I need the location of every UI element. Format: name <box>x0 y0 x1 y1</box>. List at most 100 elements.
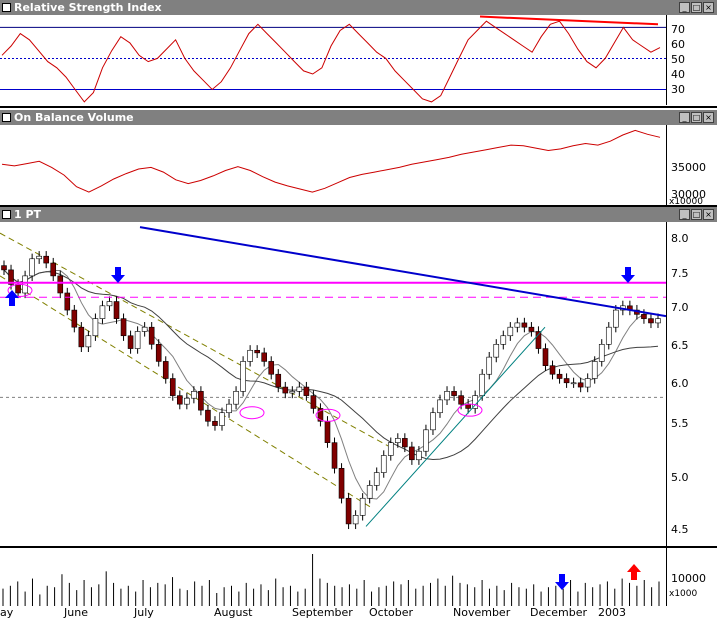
candle <box>92 318 99 337</box>
candle <box>127 335 134 349</box>
candle <box>373 472 380 486</box>
candle <box>226 403 232 414</box>
candle <box>106 301 113 307</box>
month-label: 2003 <box>598 606 626 619</box>
rsi-tick: 50 <box>671 53 685 66</box>
candle <box>331 442 338 469</box>
rsi-tick: 30 <box>671 83 685 96</box>
pane-menu-icon[interactable] <box>2 113 11 122</box>
candle <box>458 395 464 405</box>
candle <box>451 391 457 396</box>
candle <box>641 314 647 319</box>
obv-plot[interactable] <box>0 125 666 206</box>
candle <box>598 344 605 362</box>
candle <box>310 395 317 409</box>
candle <box>416 450 422 461</box>
minimize-icon[interactable]: _ <box>679 112 690 123</box>
candle <box>359 497 366 516</box>
obv-tick: 35000 <box>671 161 706 174</box>
rsi-plot[interactable] <box>0 15 666 105</box>
minimize-icon[interactable]: _ <box>679 2 690 13</box>
rsi-tick: 40 <box>671 68 685 81</box>
close-icon[interactable]: × <box>703 112 714 123</box>
maximize-icon[interactable]: □ <box>691 2 702 13</box>
price-plot[interactable] <box>0 222 666 547</box>
candle <box>444 391 450 401</box>
volume-pane[interactable]: 10000 x1000 <box>0 548 717 606</box>
obv-titlebar[interactable]: On Balance Volume _ □ × <box>0 110 717 125</box>
maximize-icon[interactable]: □ <box>691 209 702 220</box>
pane-menu-icon[interactable] <box>2 210 11 219</box>
candle <box>240 361 246 392</box>
candle <box>78 326 85 348</box>
candle <box>191 391 197 399</box>
uptrend-line <box>365 326 546 527</box>
candle <box>282 386 289 394</box>
minimize-icon[interactable]: _ <box>679 209 690 220</box>
candle <box>64 292 71 311</box>
candle <box>15 284 21 294</box>
candle <box>212 420 218 426</box>
rsi-titlebar[interactable]: Relative Strength Index _ □ × <box>0 0 717 15</box>
candle <box>556 373 563 379</box>
close-icon[interactable]: × <box>703 209 714 220</box>
candle <box>177 395 183 405</box>
volume-unit: x1000 <box>669 589 698 599</box>
candle <box>134 331 141 349</box>
candle <box>275 373 282 388</box>
maximize-icon[interactable]: □ <box>691 112 702 123</box>
close-icon[interactable]: × <box>703 2 714 13</box>
price-tick: 5.0 <box>671 471 689 484</box>
candle <box>387 442 394 456</box>
candle <box>402 438 408 448</box>
price-title: 1 PT <box>14 208 42 221</box>
candle <box>233 391 239 405</box>
signal-arrow-icon <box>111 267 125 283</box>
price-chart <box>0 226 666 530</box>
price-titlebar[interactable]: 1 PT _ □ × <box>0 207 717 222</box>
rsi-pane[interactable]: Relative Strength Index _ □ × 70 60 50 4… <box>0 0 717 108</box>
candle <box>542 348 549 366</box>
month-label: ay <box>0 606 14 619</box>
candle <box>155 344 162 362</box>
candle <box>366 485 373 499</box>
price-tick: 8.0 <box>671 232 689 245</box>
candle <box>648 318 654 324</box>
candle <box>507 326 514 337</box>
obv-line <box>1 129 661 193</box>
price-tick: 7.0 <box>671 301 689 314</box>
candle <box>514 322 521 328</box>
price-tick: 6.0 <box>671 377 689 390</box>
price-pane[interactable]: 1 PT _ □ × 8.0 7.5 7.0 6.5 6.0 5.5 5.0 4… <box>0 207 717 547</box>
candle <box>120 318 127 337</box>
candle <box>584 378 591 388</box>
obv-title: On Balance Volume <box>14 111 134 124</box>
rsi-trendline <box>479 15 659 26</box>
candle <box>430 412 436 431</box>
candle <box>36 255 42 260</box>
price-tick: 7.5 <box>671 267 689 280</box>
month-label: June <box>64 606 88 619</box>
pane-divider[interactable] <box>0 106 717 108</box>
volume-plot[interactable] <box>0 548 666 606</box>
candle <box>577 382 584 388</box>
candle <box>409 446 415 461</box>
candle <box>268 361 275 375</box>
month-label: September <box>292 606 353 619</box>
candle <box>99 305 106 319</box>
candle <box>437 399 443 414</box>
obv-pane[interactable]: On Balance Volume _ □ × 35000 30000 x100… <box>0 110 717 206</box>
candle <box>591 361 598 379</box>
volume-axis: 10000 x1000 <box>666 548 717 606</box>
candle <box>549 365 556 375</box>
price-tick: 6.5 <box>671 339 689 352</box>
candle <box>395 438 401 443</box>
candle <box>521 322 528 328</box>
candle <box>289 391 296 394</box>
price-tick: 5.5 <box>671 417 689 430</box>
candle <box>141 326 148 332</box>
downtrend-line <box>139 226 666 318</box>
pane-menu-icon[interactable] <box>2 3 11 12</box>
candle <box>423 429 429 452</box>
candle <box>528 326 535 332</box>
